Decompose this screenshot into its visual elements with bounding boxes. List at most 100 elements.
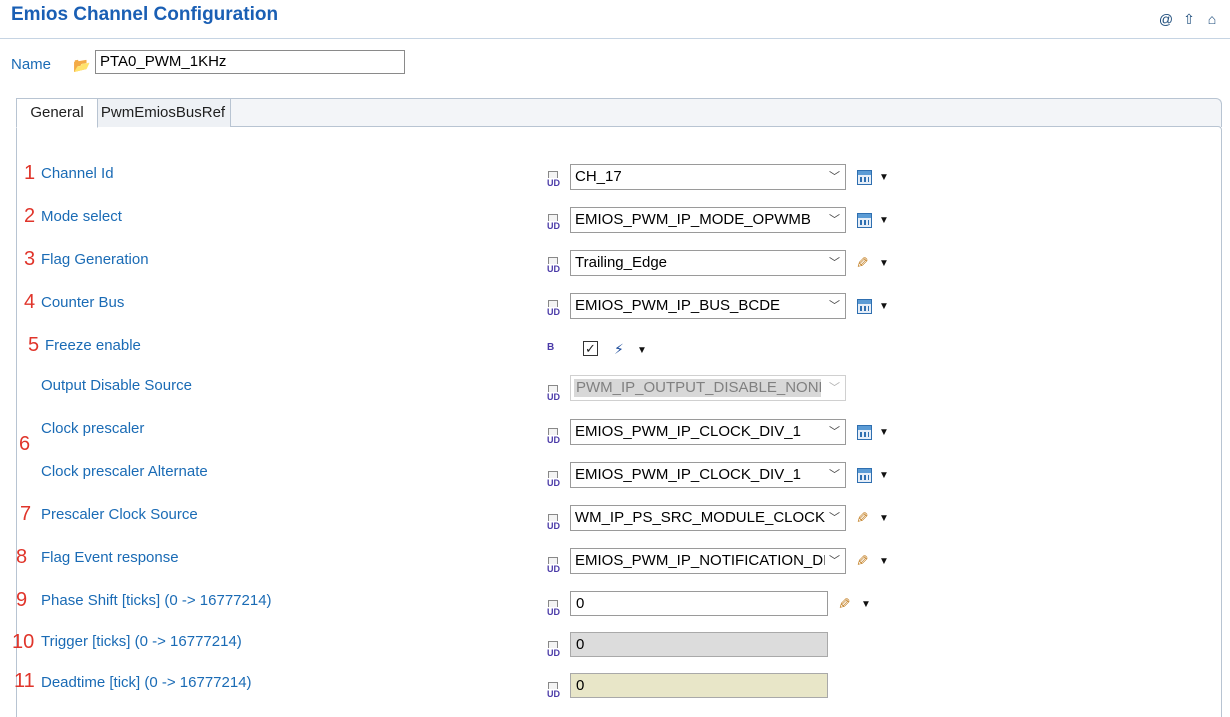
annotation-number: 3: [24, 248, 36, 270]
chevron-down-icon: ﹀: [829, 382, 840, 394]
clock-prescaler-label: Clock prescaler: [41, 420, 145, 437]
prescaler-clock-source-label: Prescaler Clock Source: [41, 506, 198, 523]
dropdown-arrow-icon[interactable]: ▼: [861, 599, 871, 610]
clock-prescaler-value: EMIOS_PWM_IP_CLOCK_DIV_1: [575, 423, 801, 440]
boolean-param-icon: B: [547, 342, 555, 353]
freeze-enable-checkbox[interactable]: ✓: [583, 341, 598, 356]
user-defined-icon: UD: [547, 641, 563, 660]
at-icon[interactable]: @: [1158, 11, 1174, 28]
header-divider: [0, 38, 1230, 39]
annotation-number: 8: [16, 546, 28, 568]
annotation-number: 2: [24, 205, 36, 227]
chevron-down-icon[interactable]: ﹀: [829, 420, 840, 444]
clock-prescaler-alternate-value: EMIOS_PWM_IP_CLOCK_DIV_1: [575, 466, 801, 483]
name-input[interactable]: PTA0_PWM_1KHz: [95, 50, 405, 74]
channel-id-value: CH_17: [575, 168, 622, 185]
output-disable-source-value: PWM_IP_OUTPUT_DISABLE_NONE: [574, 379, 821, 397]
pencil-icon[interactable]: ✎: [856, 509, 869, 527]
folder-icon: 📂: [73, 57, 91, 73]
tab-strip: [230, 98, 1222, 127]
output-disable-source-combo: PWM_IP_OUTPUT_DISABLE_NONE ﹀: [570, 375, 846, 401]
dropdown-arrow-icon[interactable]: ▼: [879, 556, 889, 567]
calculated-value-icon[interactable]: [857, 299, 872, 314]
wand-icon[interactable]: ⚡: [614, 341, 624, 358]
annotation-number: 4: [24, 291, 36, 313]
user-defined-icon: UD: [547, 682, 563, 701]
flag-event-response-value: EMIOS_PWM_IP_NOTIFICATION_DI: [575, 552, 825, 569]
user-defined-icon: UD: [547, 214, 563, 233]
header-toolbar: @ ⇧ ⌂: [1158, 11, 1220, 28]
dropdown-arrow-icon[interactable]: ▼: [879, 470, 889, 481]
calculated-value-icon[interactable]: [857, 170, 872, 185]
tab-general[interactable]: General: [16, 98, 98, 128]
pencil-icon[interactable]: ✎: [856, 254, 869, 272]
dropdown-arrow-icon[interactable]: ▼: [879, 513, 889, 524]
clock-prescaler-alternate-combo[interactable]: EMIOS_PWM_IP_CLOCK_DIV_1 ﹀: [570, 462, 846, 488]
calculated-value-icon[interactable]: [857, 425, 872, 440]
annotation-number: 7: [20, 503, 32, 525]
user-defined-icon: UD: [547, 171, 563, 190]
user-defined-icon: UD: [547, 300, 563, 319]
annotation-number: 5: [28, 334, 40, 356]
counter-bus-value: EMIOS_PWM_IP_BUS_BCDE: [575, 297, 781, 314]
deadtime-label: Deadtime [tick] (0 -> 16777214): [41, 674, 252, 691]
pencil-icon[interactable]: ✎: [856, 552, 869, 570]
chevron-down-icon[interactable]: ﹀: [829, 506, 840, 530]
prescaler-clock-source-combo[interactable]: PWM_IP_PS_SRC_MODULE_CLOCK ﹀: [570, 505, 846, 531]
user-defined-icon: UD: [547, 385, 563, 404]
dropdown-arrow-icon[interactable]: ▼: [879, 427, 889, 438]
annotation-number: 10: [12, 631, 35, 653]
flag-generation-combo[interactable]: Trailing_Edge ﹀: [570, 250, 846, 276]
mode-select-value: EMIOS_PWM_IP_MODE_OPWMB: [575, 211, 811, 228]
chevron-down-icon[interactable]: ﹀: [829, 165, 840, 189]
clock-prescaler-combo[interactable]: EMIOS_PWM_IP_CLOCK_DIV_1 ﹀: [570, 419, 846, 445]
user-defined-icon: UD: [547, 600, 563, 619]
freeze-enable-label: Freeze enable: [45, 337, 141, 354]
counter-bus-combo[interactable]: EMIOS_PWM_IP_BUS_BCDE ﹀: [570, 293, 846, 319]
annotation-number: 11: [14, 670, 35, 692]
chevron-down-icon[interactable]: ﹀: [829, 251, 840, 275]
mode-select-combo[interactable]: EMIOS_PWM_IP_MODE_OPWMB ﹀: [570, 207, 846, 233]
user-defined-icon: UD: [547, 514, 563, 533]
up-arrow-icon[interactable]: ⇧: [1181, 11, 1197, 28]
annotation-number: 9: [16, 589, 28, 611]
annotation-number: 6: [19, 433, 31, 455]
flag-event-response-combo[interactable]: EMIOS_PWM_IP_NOTIFICATION_DI ﹀: [570, 548, 846, 574]
home-icon[interactable]: ⌂: [1204, 11, 1220, 28]
channel-id-combo[interactable]: CH_17 ﹀: [570, 164, 846, 190]
mode-select-label: Mode select: [41, 208, 122, 225]
calculated-value-icon[interactable]: [857, 213, 872, 228]
deadtime-input[interactable]: 0: [570, 673, 828, 698]
flag-generation-value: Trailing_Edge: [575, 254, 667, 271]
trigger-label: Trigger [ticks] (0 -> 16777214): [41, 633, 242, 650]
clock-prescaler-alternate-label: Clock prescaler Alternate: [41, 463, 208, 480]
user-defined-icon: UD: [547, 557, 563, 576]
tab-pwm-emios-bus-ref[interactable]: PwmEmiosBusRef: [96, 98, 231, 127]
dropdown-arrow-icon[interactable]: ▼: [879, 258, 889, 269]
channel-id-label: Channel Id: [41, 165, 114, 182]
chevron-down-icon[interactable]: ﹀: [829, 549, 840, 573]
phase-shift-input[interactable]: 0: [570, 591, 828, 616]
flag-generation-label: Flag Generation: [41, 251, 149, 268]
pencil-icon[interactable]: ✎: [838, 595, 851, 613]
chevron-down-icon[interactable]: ﹀: [829, 463, 840, 487]
user-defined-icon: UD: [547, 471, 563, 490]
page-title: Emios Channel Configuration: [11, 4, 279, 25]
dropdown-arrow-icon[interactable]: ▼: [637, 345, 647, 356]
trigger-input: 0: [570, 632, 828, 657]
chevron-down-icon[interactable]: ﹀: [829, 208, 840, 232]
output-disable-source-label: Output Disable Source: [41, 377, 192, 394]
phase-shift-label: Phase Shift [ticks] (0 -> 16777214): [41, 592, 272, 609]
counter-bus-label: Counter Bus: [41, 294, 125, 311]
flag-event-response-label: Flag Event response: [41, 549, 179, 566]
user-defined-icon: UD: [547, 428, 563, 447]
chevron-down-icon[interactable]: ﹀: [829, 294, 840, 318]
dropdown-arrow-icon[interactable]: ▼: [879, 215, 889, 226]
prescaler-clock-source-value: PWM_IP_PS_SRC_MODULE_CLOCK: [575, 509, 825, 526]
dropdown-arrow-icon[interactable]: ▼: [879, 172, 889, 183]
dropdown-arrow-icon[interactable]: ▼: [879, 301, 889, 312]
annotation-number: 1: [24, 162, 36, 184]
calculated-value-icon[interactable]: [857, 468, 872, 483]
user-defined-icon: UD: [547, 257, 563, 276]
name-label: Name: [11, 56, 52, 73]
